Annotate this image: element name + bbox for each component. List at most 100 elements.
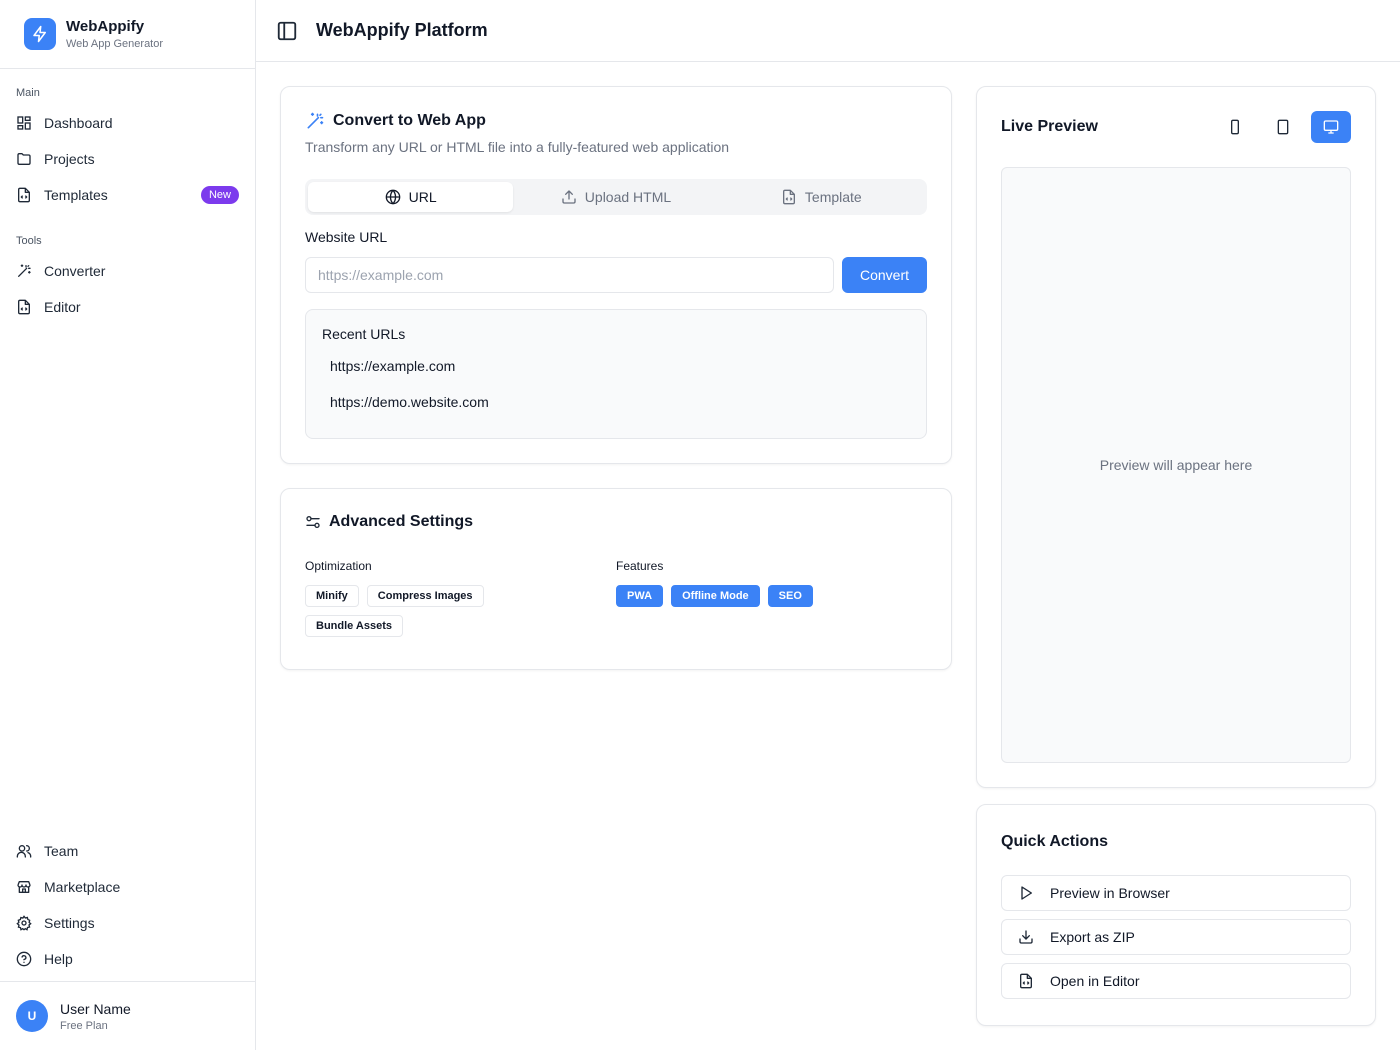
file-code-icon xyxy=(16,299,32,315)
smartphone-icon xyxy=(1227,119,1243,135)
url-field-label: Website URL xyxy=(305,229,388,245)
monitor-icon xyxy=(1323,119,1339,135)
nav-group-label-tools: Tools xyxy=(16,235,42,247)
quick-action-label: Preview in Browser xyxy=(1050,885,1170,901)
user-profile[interactable]: U User Name Free Plan xyxy=(0,981,255,1050)
download-icon xyxy=(1018,929,1034,945)
quick-actions-card: Quick Actions Preview in Browser Export … xyxy=(976,804,1376,1026)
sidebar-item-marketplace[interactable]: Marketplace xyxy=(0,869,255,905)
recent-urls-panel: Recent URLs https://example.com https://… xyxy=(305,309,927,439)
preview-frame: Preview will appear here xyxy=(1001,167,1351,763)
convert-card: Convert to Web App Transform any URL or … xyxy=(280,86,952,464)
desktop-view-button[interactable] xyxy=(1311,111,1351,143)
sidebar-item-label: Templates xyxy=(44,187,108,203)
content: Convert to Web App Transform any URL or … xyxy=(256,62,1400,1050)
tab-label: Upload HTML xyxy=(584,189,672,205)
store-icon xyxy=(16,879,32,895)
dashboard-icon xyxy=(16,115,32,131)
recent-url-item[interactable]: https://demo.website.com xyxy=(322,384,910,420)
tab-template[interactable]: Template xyxy=(719,182,924,212)
source-tabs: URL Upload HTML Template xyxy=(305,179,927,215)
quick-action-label: Open in Editor xyxy=(1050,973,1140,989)
export-zip-button[interactable]: Export as ZIP xyxy=(1001,919,1351,955)
sidebar-item-templates[interactable]: Templates New xyxy=(0,177,255,213)
mobile-view-button[interactable] xyxy=(1215,111,1255,143)
preview-in-browser-button[interactable]: Preview in Browser xyxy=(1001,875,1351,911)
url-input[interactable] xyxy=(305,257,834,293)
play-icon xyxy=(1018,885,1034,901)
recent-url-item[interactable]: https://example.com xyxy=(322,348,910,384)
chip-offline-mode[interactable]: Offline Mode xyxy=(671,585,760,607)
live-preview-title: Live Preview xyxy=(1001,118,1098,135)
topbar: WebAppify Platform xyxy=(256,0,1400,62)
file-code-icon xyxy=(781,189,797,205)
chip-seo[interactable]: SEO xyxy=(767,585,813,607)
chip-pwa[interactable]: PWA xyxy=(616,585,664,607)
brand-name: WebAppify xyxy=(66,17,145,35)
chip-bundle-assets[interactable]: Bundle Assets xyxy=(305,615,404,637)
globe-icon xyxy=(385,189,401,205)
device-switcher xyxy=(1215,111,1351,143)
preview-placeholder: Preview will appear here xyxy=(1099,457,1253,473)
sidebar-nav: Main Dashboard Projects Templates New To… xyxy=(0,69,255,833)
sidebar-item-label: Editor xyxy=(44,299,81,315)
convert-card-description: Transform any URL or HTML file into a fu… xyxy=(305,139,730,155)
nav-group-label-main: Main xyxy=(16,87,40,99)
open-in-editor-button[interactable]: Open in Editor xyxy=(1001,963,1351,999)
advanced-settings-card: Advanced Settings Optimization Minify Co… xyxy=(280,488,952,670)
folder-icon xyxy=(16,151,32,167)
sidebar-item-label: Team xyxy=(44,843,79,859)
sidebar-item-label: Projects xyxy=(44,151,95,167)
lightning-logo-icon xyxy=(24,18,56,50)
sidebar-toggle-icon[interactable] xyxy=(276,20,298,42)
sidebar-item-label: Dashboard xyxy=(44,115,113,131)
tablet-view-button[interactable] xyxy=(1263,111,1303,143)
wand-icon xyxy=(16,263,32,279)
tab-url[interactable]: URL xyxy=(308,182,514,212)
avatar: U xyxy=(16,1000,48,1032)
tab-upload-html[interactable]: Upload HTML xyxy=(513,182,718,212)
chip-compress-images[interactable]: Compress Images xyxy=(366,585,484,607)
tablet-icon xyxy=(1275,119,1291,135)
sidebar-item-editor[interactable]: Editor xyxy=(0,289,255,325)
brand-subtitle: Web App Generator xyxy=(66,37,164,50)
sidebar-item-label: Settings xyxy=(44,915,95,931)
tab-label: Template xyxy=(804,189,862,205)
optimization-chips: Minify Compress Images Bundle Assets xyxy=(305,585,515,637)
help-circle-icon xyxy=(16,951,32,967)
sidebar-item-dashboard[interactable]: Dashboard xyxy=(0,105,255,141)
tab-label: URL xyxy=(408,189,437,205)
new-badge: New xyxy=(200,186,239,204)
user-plan: Free Plan xyxy=(60,1019,108,1032)
convert-button[interactable]: Convert xyxy=(842,257,927,293)
app-root: WebAppify Web App Generator Main Dashboa… xyxy=(0,0,1400,1050)
quick-actions-title: Quick Actions xyxy=(1001,833,1108,850)
sliders-icon xyxy=(305,514,321,530)
live-preview-card: Live Preview Preview will appear here xyxy=(976,86,1376,788)
right-column: Live Preview Preview will appear here Qu… xyxy=(976,86,1376,1026)
optimization-label: Optimization xyxy=(305,559,372,573)
file-code-icon xyxy=(1018,973,1034,989)
sidebar-item-converter[interactable]: Converter xyxy=(0,253,255,289)
advanced-settings-title: Advanced Settings xyxy=(329,513,474,530)
upload-icon xyxy=(561,189,577,205)
sidebar-item-settings[interactable]: Settings xyxy=(0,905,255,941)
quick-action-label: Export as ZIP xyxy=(1050,929,1135,945)
users-icon xyxy=(16,843,32,859)
sidebar-item-projects[interactable]: Projects xyxy=(0,141,255,177)
page-title: WebAppify Platform xyxy=(316,20,488,40)
sidebar-item-label: Help xyxy=(44,951,73,967)
gear-icon xyxy=(16,915,32,931)
feature-chips: PWA Offline Mode SEO xyxy=(616,585,876,607)
sidebar-item-label: Converter xyxy=(44,263,106,279)
main: WebAppify Platform Convert to Web App Tr… xyxy=(256,0,1400,1050)
file-code-icon xyxy=(16,187,32,203)
recent-urls-title: Recent URLs xyxy=(322,326,406,342)
sidebar-item-help[interactable]: Help xyxy=(0,941,255,977)
brand[interactable]: WebAppify Web App Generator xyxy=(0,0,255,69)
sidebar: WebAppify Web App Generator Main Dashboa… xyxy=(0,0,256,1050)
chip-minify[interactable]: Minify xyxy=(305,585,359,607)
sidebar-bottom-nav: Team Marketplace Settings Help xyxy=(0,833,255,981)
convert-card-title: Convert to Web App xyxy=(333,112,486,129)
sidebar-item-team[interactable]: Team xyxy=(0,833,255,869)
